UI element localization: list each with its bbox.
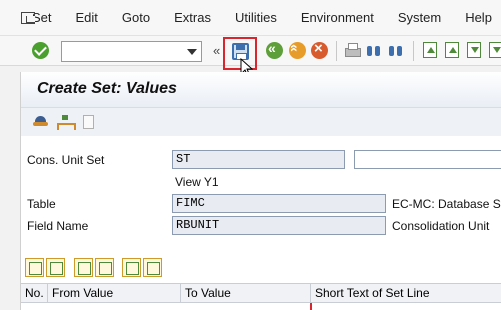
chevron-down-icon[interactable] (187, 49, 197, 55)
table-label: Table (27, 197, 56, 211)
menu-environment[interactable]: Environment (301, 10, 374, 25)
back-icon[interactable] (266, 40, 283, 59)
table-row[interactable] (21, 304, 501, 310)
header-data-icon[interactable] (33, 115, 49, 129)
field-name-label: Field Name (27, 219, 89, 233)
column-header-no[interactable]: No. (21, 284, 48, 303)
toolbar-separator (413, 41, 414, 61)
next-page-icon[interactable] (467, 42, 481, 58)
menu-system[interactable]: System (398, 10, 441, 25)
cancel-icon[interactable] (311, 40, 328, 59)
table-header: No. From Value To Value Short Text of Se… (21, 283, 501, 303)
column-header-short-text[interactable]: Short Text of Set Line (311, 284, 501, 303)
column-header-to-value[interactable]: To Value (181, 284, 311, 303)
field-name-field: RBUNIT (172, 216, 386, 235)
application-toolbar (21, 108, 501, 136)
page-title: Create Set: Values (37, 80, 177, 97)
cons-unit-set-field[interactable]: ST (172, 150, 345, 169)
cons-unit-set-description-field[interactable] (354, 150, 501, 169)
last-page-icon[interactable] (489, 42, 501, 58)
view-label: View Y1 (175, 175, 219, 189)
menu-help[interactable]: Help (465, 10, 492, 25)
menu-utilities[interactable]: Utilities (235, 10, 277, 25)
exit-icon[interactable] (289, 42, 306, 59)
find-next-icon[interactable] (388, 42, 405, 59)
toolbar-separator (336, 41, 337, 61)
main-panel: Create Set: Values Cons. Unit Set ST Vie… (20, 72, 501, 310)
command-input[interactable] (62, 42, 182, 61)
menu-edit[interactable]: Edit (76, 10, 98, 25)
insert-row-icon[interactable] (25, 258, 44, 277)
enter-check-icon[interactable] (32, 42, 49, 59)
print-icon[interactable] (344, 42, 361, 59)
menu-goto[interactable]: Goto (122, 10, 150, 25)
command-field[interactable] (61, 41, 202, 62)
delete-row-icon[interactable] (46, 258, 65, 277)
sort-ascending-icon[interactable] (122, 258, 141, 277)
table-description: EC-MC: Database Stru (392, 197, 501, 211)
table-field: FIMC (172, 194, 386, 213)
find-icon[interactable] (366, 42, 383, 59)
column-header-from-value[interactable]: From Value (48, 284, 181, 303)
deselect-all-icon[interactable] (95, 258, 114, 277)
filter-icon[interactable] (143, 258, 162, 277)
collapse-arrow-icon[interactable]: « (213, 43, 220, 58)
title-bar: Create Set: Values (21, 72, 501, 108)
hierarchy-icon[interactable] (57, 115, 76, 130)
previous-page-icon[interactable] (445, 42, 459, 58)
field-name-description: Consolidation Unit (392, 219, 490, 233)
menu-extras[interactable]: Extras (174, 10, 211, 25)
cons-unit-set-label: Cons. Unit Set (27, 153, 105, 167)
select-block-icon[interactable] (74, 258, 93, 277)
menu-bar: Set Edit Goto Extras Utilities Environme… (0, 0, 501, 36)
required-marker (310, 303, 312, 310)
document-icon[interactable] (83, 115, 94, 129)
first-page-icon[interactable] (423, 42, 437, 58)
